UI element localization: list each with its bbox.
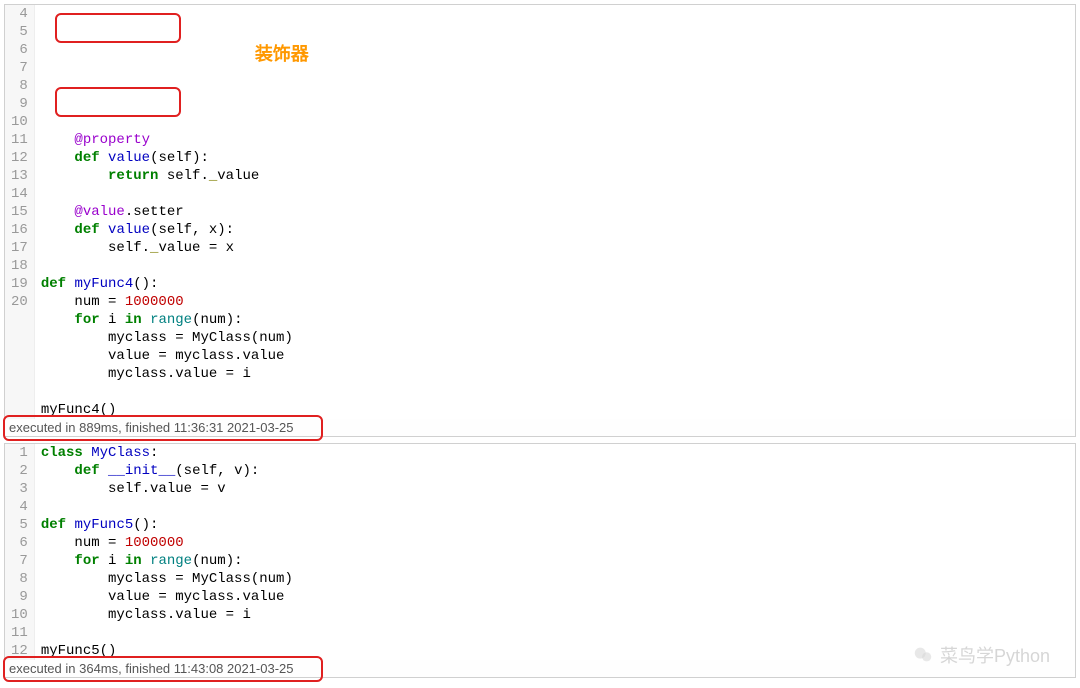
line-number: 6 xyxy=(11,41,28,59)
line-number: 11 xyxy=(11,131,28,149)
line-gutter-2: 123456789101112 xyxy=(5,444,35,660)
line-number: 12 xyxy=(11,149,28,167)
line-number: 1 xyxy=(11,444,28,462)
code-line: value = myclass.value xyxy=(41,347,1069,365)
line-number: 7 xyxy=(11,59,28,77)
code-line xyxy=(41,498,1069,516)
line-number: 2 xyxy=(11,462,28,480)
line-number: 13 xyxy=(11,167,28,185)
line-number: 4 xyxy=(11,5,28,23)
code-line xyxy=(41,383,1069,401)
code-line: @property xyxy=(41,131,1069,149)
code-area-1: 4567891011121314151617181920 装饰器 @proper… xyxy=(5,5,1075,419)
code-cell-2: 123456789101112 class MyClass: def __ini… xyxy=(4,443,1076,678)
line-gutter-1: 4567891011121314151617181920 xyxy=(5,5,35,419)
code-line: def value(self, x): xyxy=(41,221,1069,239)
code-line: myclass.value = i xyxy=(41,606,1069,624)
highlight-property-decorator xyxy=(55,13,181,43)
line-number: 3 xyxy=(11,480,28,498)
status-text-2: executed in 364ms, finished 11:43:08 202… xyxy=(9,661,294,676)
line-number: 5 xyxy=(11,23,28,41)
code-line: self.value = v xyxy=(41,480,1069,498)
line-number: 6 xyxy=(11,534,28,552)
code-line: myFunc4() xyxy=(41,401,1069,419)
code-line: num = 1000000 xyxy=(41,534,1069,552)
code-line: @value.setter xyxy=(41,203,1069,221)
line-number: 10 xyxy=(11,606,28,624)
line-number: 12 xyxy=(11,642,28,660)
code-line: def myFunc4(): xyxy=(41,275,1069,293)
code-line: myclass = MyClass(num) xyxy=(41,570,1069,588)
line-number: 18 xyxy=(11,257,28,275)
line-number: 11 xyxy=(11,624,28,642)
line-number: 8 xyxy=(11,570,28,588)
status-text-1: executed in 889ms, finished 11:36:31 202… xyxy=(9,420,294,435)
code-line: myclass.value = i xyxy=(41,365,1069,383)
line-number: 20 xyxy=(11,293,28,311)
line-number: 19 xyxy=(11,275,28,293)
line-number: 5 xyxy=(11,516,28,534)
code-line: return self._value xyxy=(41,167,1069,185)
line-number: 10 xyxy=(11,113,28,131)
line-number: 8 xyxy=(11,77,28,95)
code-line xyxy=(41,185,1069,203)
code-line: myclass = MyClass(num) xyxy=(41,329,1069,347)
code-line xyxy=(41,113,1069,131)
code-cell-1: 4567891011121314151617181920 装饰器 @proper… xyxy=(4,4,1076,437)
annotation-decorator-label: 装饰器 xyxy=(255,45,309,63)
code-line: self._value = x xyxy=(41,239,1069,257)
code-line: class MyClass: xyxy=(41,444,1069,462)
line-number: 16 xyxy=(11,221,28,239)
line-number: 4 xyxy=(11,498,28,516)
line-number: 9 xyxy=(11,95,28,113)
code-line: for i in range(num): xyxy=(41,311,1069,329)
code-area-2: 123456789101112 class MyClass: def __ini… xyxy=(5,444,1075,660)
line-number: 15 xyxy=(11,203,28,221)
line-number: 14 xyxy=(11,185,28,203)
code-line: def myFunc5(): xyxy=(41,516,1069,534)
code-line: def __init__(self, v): xyxy=(41,462,1069,480)
code-line xyxy=(41,624,1069,642)
line-number: 7 xyxy=(11,552,28,570)
line-number: 17 xyxy=(11,239,28,257)
execution-status-2: executed in 364ms, finished 11:43:08 202… xyxy=(5,660,1075,677)
code-line: for i in range(num): xyxy=(41,552,1069,570)
code-content-1[interactable]: 装饰器 @property def value(self): return se… xyxy=(35,5,1075,419)
code-line: value = myclass.value xyxy=(41,588,1069,606)
code-content-2[interactable]: class MyClass: def __init__(self, v): se… xyxy=(35,444,1075,660)
code-line: myFunc5() xyxy=(41,642,1069,660)
execution-status-1: executed in 889ms, finished 11:36:31 202… xyxy=(5,419,1075,436)
code-line: def value(self): xyxy=(41,149,1069,167)
code-line: num = 1000000 xyxy=(41,293,1069,311)
code-line xyxy=(41,257,1069,275)
line-number: 9 xyxy=(11,588,28,606)
